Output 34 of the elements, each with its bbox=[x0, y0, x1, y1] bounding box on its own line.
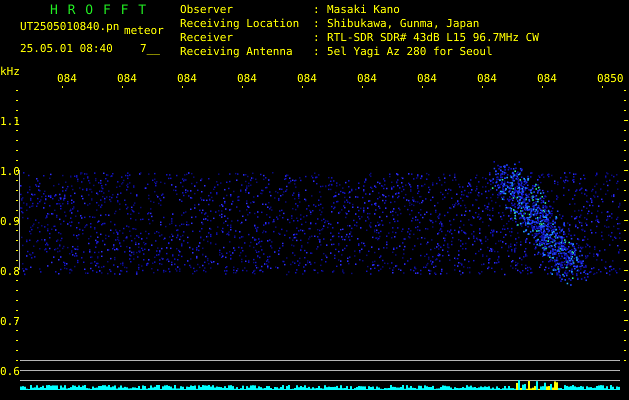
info-value: Shibukawa, Gunma, Japan bbox=[327, 18, 480, 32]
time-label: 084 bbox=[57, 72, 77, 85]
frequency-label: 0.8 bbox=[0, 265, 20, 278]
frequency-label: 1.1 bbox=[0, 115, 20, 128]
time-label: 084 bbox=[297, 72, 317, 85]
info-label: Observer bbox=[180, 4, 234, 18]
count-text: 7__ bbox=[139, 41, 160, 57]
info-value: RTL-SDR SDR# 43dB L15 96.7MHz CW bbox=[327, 32, 539, 46]
time-label: 084 bbox=[477, 72, 497, 85]
frequency-label: 0.7 bbox=[0, 315, 20, 328]
info-value: 5el Yagi Az 280 for Seoul bbox=[327, 46, 494, 60]
time-label: 084 bbox=[117, 72, 137, 85]
time-label: 084 bbox=[237, 72, 257, 85]
frequency-label: 1.0 bbox=[0, 165, 20, 178]
info-separator: : bbox=[313, 18, 321, 32]
unit-label: kHz bbox=[0, 65, 20, 78]
time-label: 084 bbox=[417, 72, 437, 85]
detection-tag: meteor bbox=[124, 18, 164, 40]
file-name: UT2505010840.pn bbox=[20, 19, 120, 35]
info-separator: : bbox=[313, 32, 321, 46]
frequency-label: 0.9 bbox=[0, 215, 20, 228]
time-label: 0850 bbox=[597, 72, 624, 85]
timestamp: 25.05.01 08:40 bbox=[20, 41, 114, 57]
info-separator: : bbox=[313, 46, 321, 60]
app-title: H R O F F T bbox=[49, 4, 148, 18]
frequency-label: 0.6 bbox=[0, 365, 20, 378]
time-label: 084 bbox=[357, 72, 377, 85]
info-separator: : bbox=[313, 4, 321, 18]
info-label: Receiver bbox=[180, 32, 234, 46]
time-label: 084 bbox=[537, 72, 557, 85]
info-label: Receiving Location bbox=[180, 18, 300, 32]
time-label: 084 bbox=[177, 72, 197, 85]
info-value: Masaki Kano bbox=[327, 4, 401, 18]
info-label: Receiving Antenna bbox=[180, 46, 294, 60]
